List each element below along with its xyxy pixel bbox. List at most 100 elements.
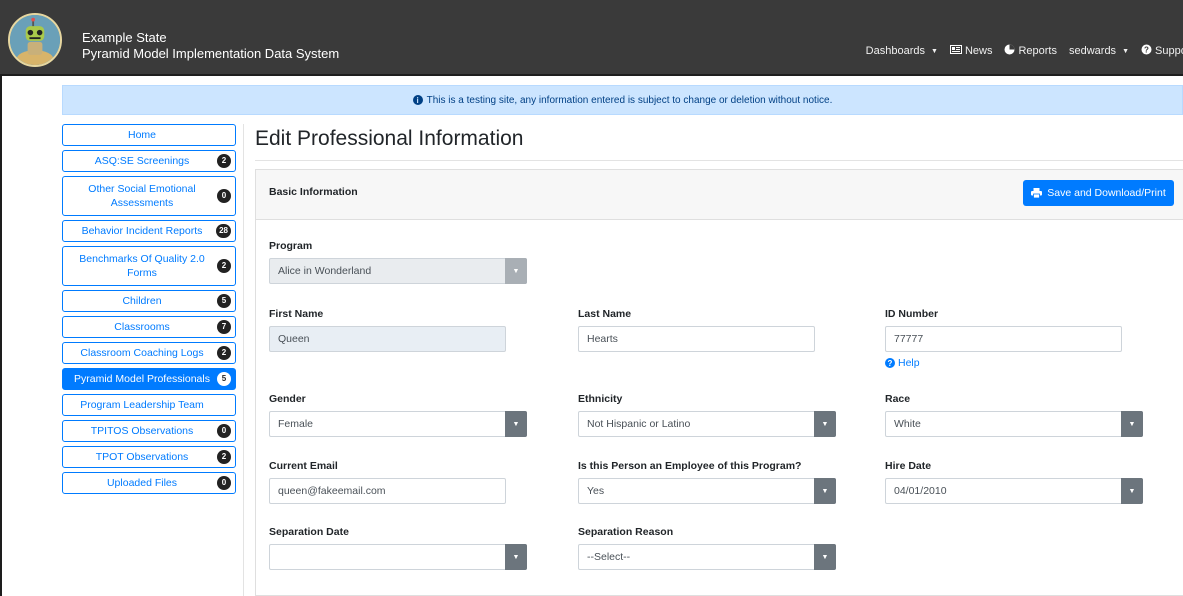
email-label: Current Email [269,460,338,472]
race-select[interactable]: White ▼ [885,411,1143,437]
sidebar-item-home[interactable]: Home [62,124,236,146]
nav-user[interactable]: sedwards ▼ [1069,44,1129,58]
separation-date-field: Separation Date ▼ [269,526,527,570]
sidebar-item-coaching-logs[interactable]: Classroom Coaching Logs 2 [62,342,236,364]
first-name-field: First Name [269,308,506,352]
id-number-help-link[interactable]: ? Help [885,357,1122,369]
sidebar-item-benchmarks[interactable]: Benchmarks Of Quality 2.0 Forms 2 [62,246,236,286]
nav-support-label: Support [1155,45,1183,57]
id-number-input[interactable] [885,326,1122,352]
count-badge: 0 [217,476,231,490]
caret-down-icon: ▼ [1121,411,1143,437]
main-nav: Dashboards ▼ News Reports sedwards ▼ ? S… [866,44,1183,58]
sidebar: Home ASQ:SE Screenings 2 Other Social Em… [62,124,236,498]
separation-date-label: Separation Date [269,526,349,538]
sidebar-item-label: ASQ:SE Screenings [94,155,190,167]
printer-icon [1031,188,1043,199]
last-name-input[interactable] [578,326,815,352]
id-number-label: ID Number [885,308,939,320]
nav-support[interactable]: ? Support [1141,44,1183,58]
employee-label: Is this Person an Employee of this Progr… [578,460,802,472]
count-badge: 0 [217,424,231,438]
count-badge: 28 [216,224,231,238]
employee-select[interactable]: Yes ▼ [578,478,836,504]
sidebar-item-professionals[interactable]: Pyramid Model Professionals 5 [62,368,236,390]
sidebar-item-leadership-team[interactable]: Program Leadership Team [62,394,236,416]
help-label: Help [898,357,920,369]
caret-down-icon: ▼ [505,411,527,437]
window-edge [0,76,2,596]
page-title: Edit Professional Information [255,127,524,150]
basic-information-card: Basic Information Save and Download/Prin… [255,169,1183,596]
count-badge: 5 [217,294,231,308]
ethnicity-field: Ethnicity Not Hispanic or Latino ▼ [578,393,836,437]
count-badge: 2 [217,259,231,273]
first-name-input[interactable] [269,326,506,352]
sidebar-item-asqse[interactable]: ASQ:SE Screenings 2 [62,150,236,172]
id-number-field: ID Number ? Help [885,308,1122,369]
email-input[interactable] [269,478,506,504]
question-circle-icon: ? [885,358,895,368]
gender-select[interactable]: Female ▼ [269,411,527,437]
nav-dashboards[interactable]: Dashboards ▼ [866,44,938,58]
nav-reports[interactable]: Reports [1004,44,1057,58]
brand[interactable]: Example State Pyramid Model Implementati… [82,30,339,62]
sidebar-item-label: Pyramid Model Professionals [74,373,210,385]
sidebar-divider [243,124,244,596]
sidebar-item-other-assessments[interactable]: Other Social Emotional Assessments 0 [62,176,236,216]
robot-logo-icon [10,15,60,65]
brand-state: Example State [82,30,167,45]
separation-date-picker[interactable]: ▼ [269,544,527,570]
count-badge: 2 [217,154,231,168]
program-field: Program Alice in Wonderland ▼ [269,240,527,284]
nav-news[interactable]: News [949,44,993,58]
save-and-print-label: Save and Download/Print [1047,187,1166,199]
caret-down-icon: ▼ [1121,478,1143,504]
race-field: Race White ▼ [885,393,1143,437]
sidebar-item-classrooms[interactable]: Classrooms 7 [62,316,236,338]
first-name-label: First Name [269,308,324,320]
nav-news-label: News [964,45,993,57]
nav-reports-label: Reports [1018,45,1057,57]
employee-field: Is this Person an Employee of this Progr… [578,460,836,504]
caret-down-icon: ▼ [814,411,836,437]
last-name-label: Last Name [578,308,632,320]
info-circle-icon: i [412,95,423,105]
separation-reason-label: Separation Reason [578,526,674,538]
hire-date-field: Hire Date 04/01/2010 ▼ [885,460,1143,504]
pie-chart-icon [1004,44,1015,58]
count-badge: 2 [217,346,231,360]
sidebar-item-label: Classroom Coaching Logs [80,347,204,359]
logo[interactable] [8,13,62,67]
sidebar-item-uploaded-files[interactable]: Uploaded Files 0 [62,472,236,494]
count-badge: 5 [217,372,231,386]
gender-field: Gender Female ▼ [269,393,527,437]
sidebar-item-label: Classrooms [114,321,170,333]
ethnicity-select[interactable]: Not Hispanic or Latino ▼ [578,411,836,437]
card-header: Basic Information Save and Download/Prin… [256,170,1183,220]
brand-system: Pyramid Model Implementation Data System [82,46,340,61]
svg-text:?: ? [1144,46,1149,55]
sidebar-item-label: Other Social Emotional Assessments [88,183,196,209]
sidebar-item-label: TPOT Observations [95,451,189,463]
sidebar-item-tpot[interactable]: TPOT Observations 2 [62,446,236,468]
hire-date-picker[interactable]: 04/01/2010 ▼ [885,478,1143,504]
program-select: Alice in Wonderland ▼ [269,258,527,284]
nav-dashboards-label: Dashboards [865,45,925,57]
sidebar-item-label: Home [127,129,156,141]
race-value: White [894,418,921,430]
sidebar-item-tpitos[interactable]: TPITOS Observations 0 [62,420,236,442]
sidebar-item-children[interactable]: Children 5 [62,290,236,312]
sidebar-item-label: Behavior Incident Reports [81,225,203,237]
program-value: Alice in Wonderland [278,265,372,277]
save-and-print-button[interactable]: Save and Download/Print [1023,180,1174,206]
sidebar-item-behavior-incidents[interactable]: Behavior Incident Reports 28 [62,220,236,242]
hire-date-label: Hire Date [885,460,932,472]
sidebar-item-label: Uploaded Files [106,477,178,489]
caret-down-icon: ▼ [814,544,836,570]
separation-reason-select[interactable]: --Select-- ▼ [578,544,836,570]
program-label: Program [269,240,313,252]
employee-value: Yes [587,485,605,497]
hire-date-value: 04/01/2010 [894,485,947,497]
caret-down-icon: ▼ [814,478,836,504]
